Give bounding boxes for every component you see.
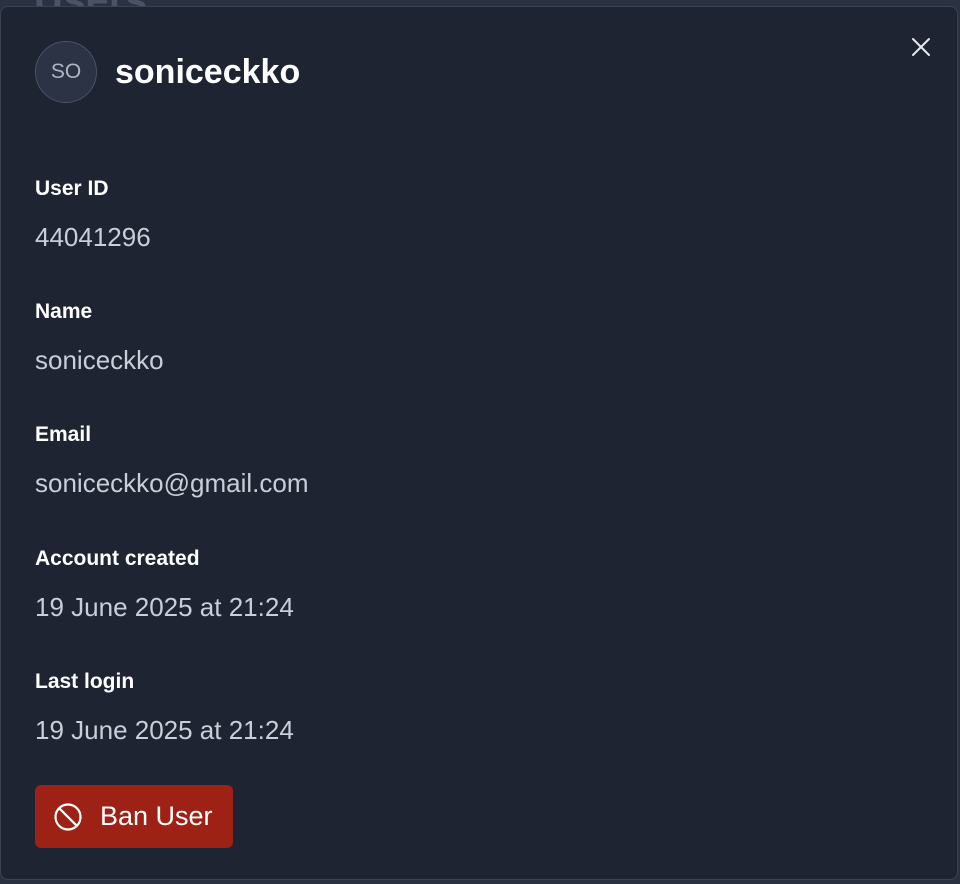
field-name: Name soniceckko: [35, 299, 164, 375]
field-value: 19 June 2025 at 21:24: [35, 715, 294, 745]
ban-user-button[interactable]: Ban User: [35, 785, 233, 848]
field-value: soniceckko@gmail.com: [35, 468, 309, 498]
field-account-created: Account created 19 June 2025 at 21:24: [35, 546, 294, 622]
field-label: User ID: [35, 177, 109, 200]
ban-icon: [54, 802, 82, 831]
username-heading: soniceckko: [115, 52, 301, 91]
field-label: Email: [35, 423, 92, 446]
user-details-panel: SO soniceckko User ID 44041296 Name soni…: [0, 6, 958, 880]
field-value: 19 June 2025 at 21:24: [35, 592, 294, 622]
field-email: Email soniceckko@gmail.com: [35, 422, 308, 498]
field-label: Name: [35, 300, 93, 323]
field-value: 44041296: [35, 222, 151, 252]
field-last-login: Last login 19 June 2025 at 21:24: [35, 669, 294, 745]
user-header: SO soniceckko: [35, 41, 300, 103]
field-value: soniceckko: [35, 345, 164, 375]
field-user-id: User ID 44041296: [35, 176, 151, 252]
field-label: Last login: [35, 670, 135, 693]
field-label: Account created: [35, 547, 200, 570]
close-button[interactable]: [909, 35, 933, 59]
close-icon[interactable]: [909, 35, 933, 59]
avatar: SO: [35, 41, 97, 103]
ban-user-label: Ban User: [100, 801, 213, 831]
